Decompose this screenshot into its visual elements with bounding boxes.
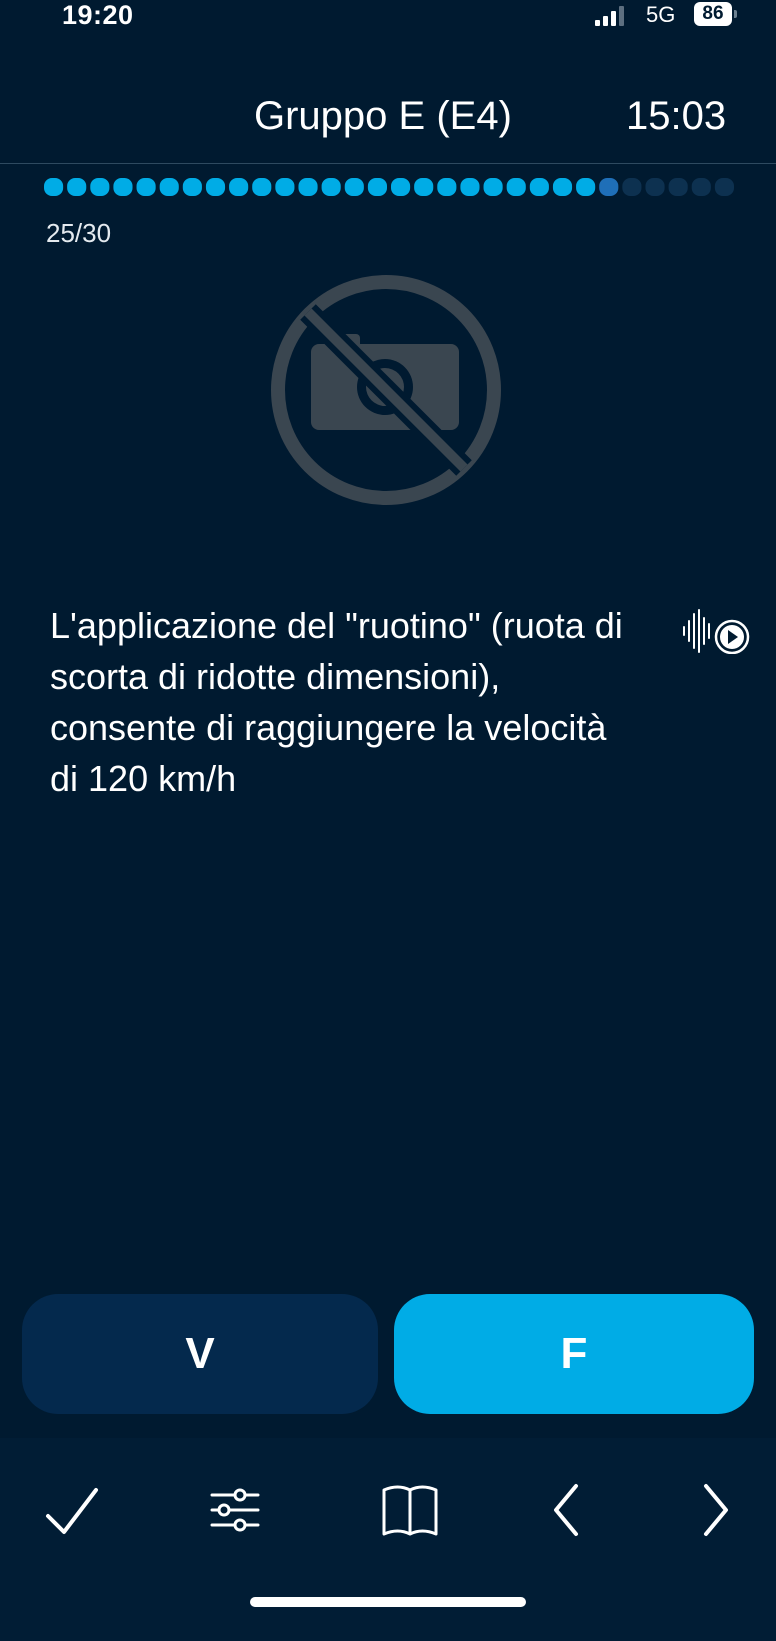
answer-false-button[interactable]: F: [394, 1294, 754, 1414]
audio-play-icon[interactable]: [680, 608, 752, 654]
progress-dot: [44, 178, 64, 196]
progress-dots: [44, 178, 734, 196]
progress-dot: [252, 178, 272, 196]
chevron-right-icon: [704, 1484, 728, 1536]
progress-dot: [714, 178, 734, 196]
progress-dot: [437, 178, 457, 196]
status-bar: 19:20 5G 86: [0, 0, 776, 32]
progress-dot: [113, 178, 133, 196]
progress-dot: [483, 178, 503, 196]
progress-dot: [506, 178, 526, 196]
progress-dot: [691, 178, 711, 196]
progress-dot: [344, 178, 364, 196]
home-indicator: [250, 1597, 526, 1607]
question-text: L'applicazione del "ruotino" (ruota di s…: [50, 605, 623, 799]
progress-dot: [298, 178, 318, 196]
checkmark-icon: [46, 1488, 98, 1534]
battery-icon: 86: [694, 2, 732, 26]
progress-dot: [182, 178, 202, 196]
chevron-left-icon: [554, 1484, 578, 1536]
progress-dot: [229, 178, 249, 196]
progress-dot: [576, 178, 596, 196]
signal-icon: [595, 6, 624, 26]
progress-dot: [414, 178, 434, 196]
progress-dot: [599, 178, 619, 196]
next-question-button[interactable]: [698, 1478, 768, 1548]
progress-dot: [205, 178, 226, 196]
progress-dot: [321, 178, 341, 196]
previous-question-button[interactable]: [548, 1478, 618, 1548]
progress-dot: [552, 178, 573, 196]
book-icon: [382, 1485, 438, 1536]
battery-tip: [734, 10, 737, 18]
progress-dot: [645, 178, 665, 196]
question-counter: 25/30: [46, 218, 112, 248]
progress-dot: [460, 178, 480, 196]
page-title: Gruppo E (E4): [254, 94, 512, 138]
progress-dot: [136, 178, 156, 196]
bottom-toolbar: [0, 1438, 776, 1641]
theory-book-button[interactable]: [378, 1478, 448, 1548]
progress-dot: [391, 178, 411, 196]
quiz-header: Gruppo E (E4) 15:03: [0, 60, 776, 164]
progress-dot: [67, 178, 87, 196]
progress-dot: [159, 178, 179, 196]
filters-button[interactable]: [204, 1478, 274, 1548]
progress-dot: [90, 178, 110, 196]
network-type: 5G: [646, 2, 676, 27]
settings-sliders-icon: [210, 1488, 260, 1532]
quiz-screen: 19:20 5G 86 Gruppo E (E4) 15:03 25/30 L'…: [0, 0, 776, 1641]
countdown-timer: 15:03: [626, 94, 727, 138]
progress-dot: [275, 178, 295, 196]
progress-dot: [367, 178, 387, 196]
question-progress: [44, 178, 734, 196]
status-time: 19:20: [62, 0, 134, 30]
answer-true-button[interactable]: V: [22, 1294, 378, 1414]
progress-dot: [668, 178, 688, 196]
progress-dot: [529, 178, 549, 196]
confirm-button[interactable]: [44, 1478, 114, 1548]
progress-dot: [622, 178, 642, 196]
no-photo-icon: [271, 275, 501, 505]
